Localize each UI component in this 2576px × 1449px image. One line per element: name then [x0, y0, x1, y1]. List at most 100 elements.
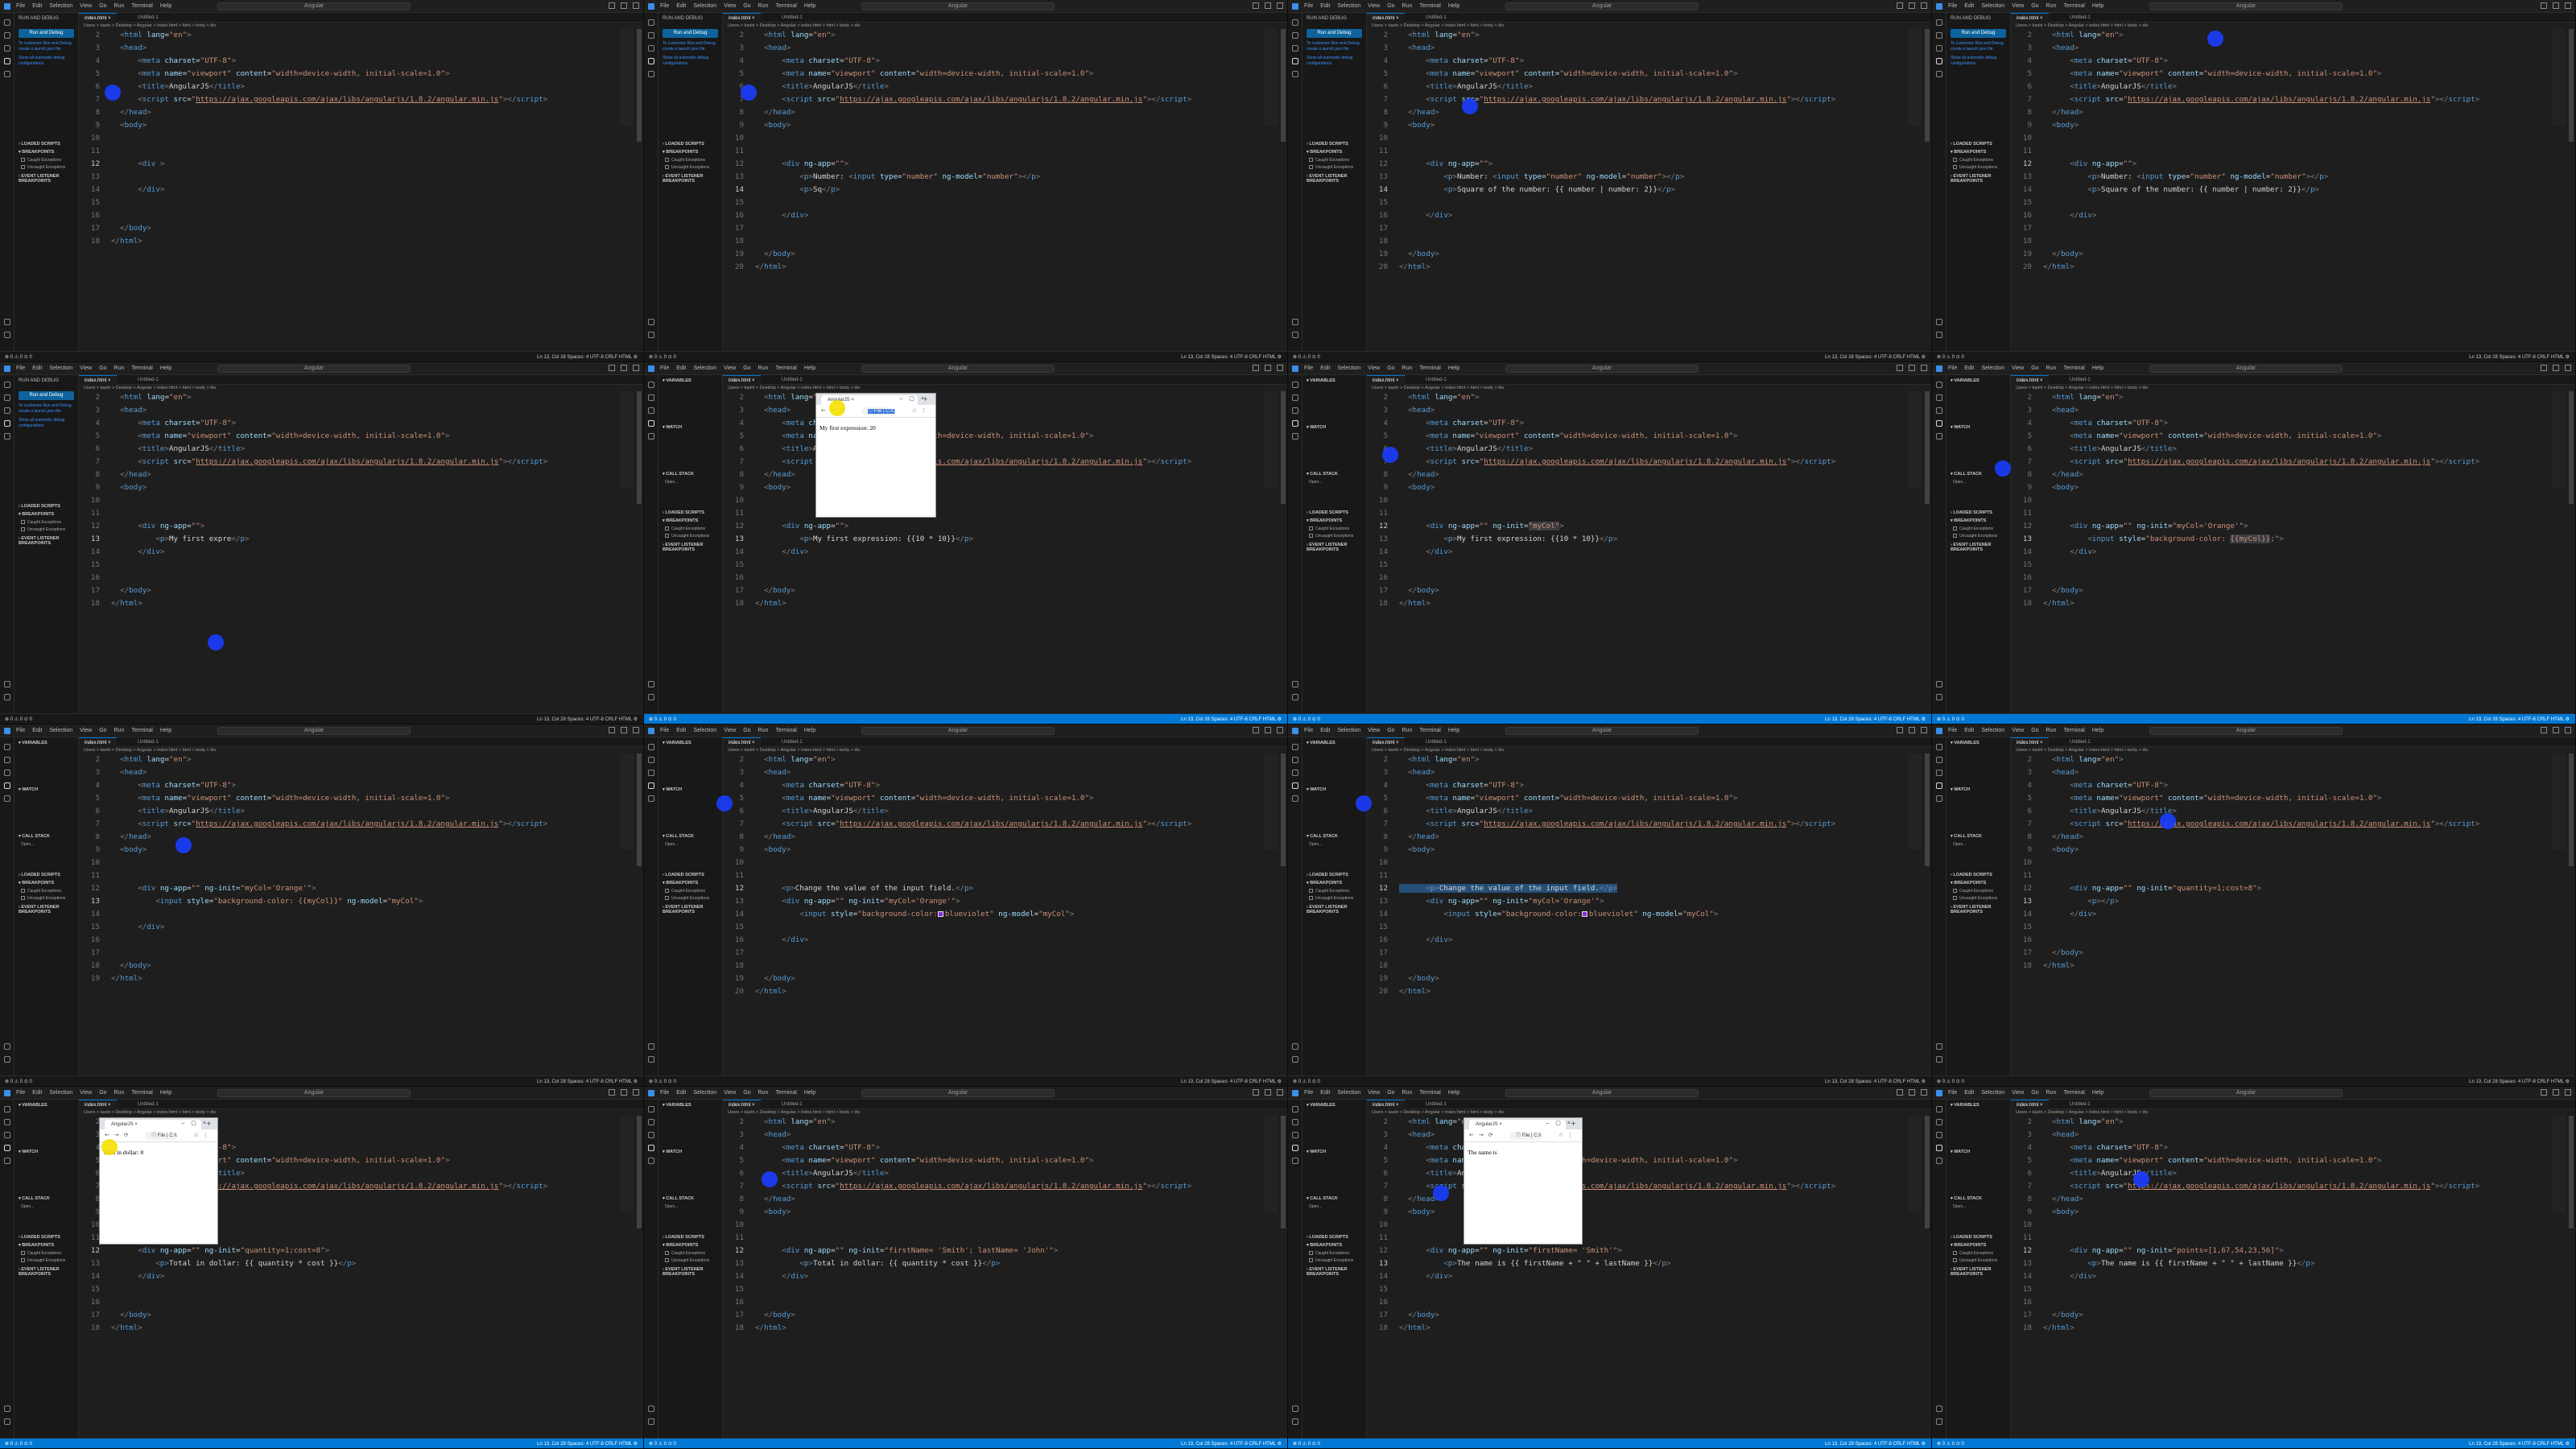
code-line[interactable]: 13 <input style="background-color: {{myC…	[79, 895, 634, 908]
code-line[interactable]: 5 <meta name="viewport" content="width=d…	[1367, 792, 1922, 805]
code-line[interactable]: 6 <title>AngularJS</title>	[1367, 443, 1922, 456]
code-editor[interactable]: 2 <html lang="en">3 <head>4 <meta charse…	[79, 753, 634, 1071]
editor-scrollbar[interactable]	[1281, 391, 1286, 504]
code-line[interactable]: 6 <title>AngularJS</title>	[2011, 80, 2566, 93]
code-line[interactable]: 15	[723, 559, 1278, 572]
show-configurations-link[interactable]: Show all automatic debug configurations.	[658, 56, 722, 67]
source-control-icon[interactable]	[648, 1132, 654, 1138]
browser-window-controls[interactable]: –▢×	[899, 395, 931, 402]
code-line[interactable]: 20 </html>	[1367, 261, 1922, 274]
minimize-icon[interactable]	[609, 2, 615, 9]
code-line[interactable]: 11	[79, 507, 634, 520]
status-problems[interactable]: ⊗ 0 ⚠ 0 ⊙ 0	[1293, 1441, 1320, 1447]
editor-scrollbar[interactable]	[637, 29, 642, 142]
code-line[interactable]: 5 <meta name="viewport" content="width=d…	[723, 430, 1278, 443]
code-line[interactable]: 2 <html lang="en">	[723, 1116, 1278, 1129]
code-line[interactable]: 5 <meta name="viewport" content="width=d…	[2011, 792, 2566, 805]
extensions-icon[interactable]	[648, 1158, 654, 1164]
code-line[interactable]: 18 </html>	[723, 597, 1278, 610]
status-problems[interactable]: ⊗ 0 ⚠ 0 ⊙ 0	[5, 1079, 32, 1084]
show-configurations-link[interactable]: Show all automatic debug configurations.	[14, 56, 78, 67]
status-editor-info[interactable]: Ln 13, Col 28 Spaces: 4 UTF-8 CRLF HTML …	[1181, 716, 1282, 722]
menu-item-view[interactable]: View	[2012, 728, 2024, 733]
code-line[interactable]: 17	[1367, 222, 1922, 235]
code-editor[interactable]: 2 <html lang="en">3 <head>4 <meta charse…	[1367, 29, 1922, 346]
menu-item-run[interactable]: Run	[2046, 728, 2057, 733]
code-line[interactable]: 10	[2011, 857, 2566, 869]
menu-item-terminal[interactable]: Terminal	[1419, 365, 1440, 371]
menu-item-terminal[interactable]: Terminal	[775, 728, 796, 733]
checkbox-icon[interactable]	[665, 889, 669, 893]
minimize-icon[interactable]	[1897, 2, 1903, 9]
menu-item-run[interactable]: Run	[2046, 365, 2057, 371]
checkbox-icon[interactable]	[21, 889, 25, 893]
code-line[interactable]: 6 <title>AngularJS</title>	[2011, 805, 2566, 818]
browser-toolbar-icons[interactable]: ☆⋮	[194, 1132, 213, 1138]
status-problems[interactable]: ⊗ 0 ⚠ 0 ⊙ 0	[649, 1079, 676, 1084]
checkbox-icon[interactable]	[1953, 165, 1957, 169]
event-listener-section[interactable]: › EVENT LISTENER BREAKPOINTS	[1302, 543, 1367, 552]
run-debug-icon[interactable]	[1936, 420, 1942, 427]
code-line[interactable]: 7 <script src="https://ajax.googleapis.c…	[1367, 456, 1922, 469]
menu-item-go[interactable]: Go	[743, 365, 750, 371]
code-line[interactable]: 3 <head>	[79, 404, 634, 417]
code-line[interactable]: 2 <html lang="en">	[1367, 391, 1922, 404]
menu-item-help[interactable]: Help	[160, 728, 171, 733]
code-line[interactable]: 14 </div>	[723, 546, 1278, 559]
breakpoint-option[interactable]: Caught Exceptions	[1946, 1251, 2011, 1256]
call-stack-item[interactable]: Open...	[1946, 842, 2011, 847]
code-line[interactable]: 6 <title>AngularJS</title>	[2011, 443, 2566, 456]
code-line[interactable]: 8 </head>	[1367, 106, 1922, 119]
checkbox-icon[interactable]	[1309, 1251, 1313, 1255]
code-line[interactable]: 12 <div ng-app="" ng-init="myCol">	[1367, 520, 1922, 533]
menu-item-run[interactable]: Run	[1402, 365, 1413, 371]
menu-item-run[interactable]: Run	[114, 3, 125, 9]
variables-section[interactable]: ▾ VARIABLES	[1946, 378, 2011, 383]
code-line[interactable]: 17 </body>	[1367, 584, 1922, 597]
variables-section[interactable]: ▾ VARIABLES	[14, 741, 79, 745]
accounts-icon[interactable]	[648, 681, 654, 687]
watch-section[interactable]: ▾ WATCH	[1946, 425, 2011, 430]
explorer-icon[interactable]	[648, 19, 654, 26]
code-line[interactable]: 8 </head>	[79, 831, 634, 844]
code-editor[interactable]: 2 <html lang="en">3 <head>4 <meta charse…	[79, 391, 634, 708]
code-line[interactable]: 3 <head>	[1367, 1129, 1922, 1141]
breakpoint-option[interactable]: Uncaught Exceptions	[14, 527, 79, 532]
code-line[interactable]: 20 </html>	[723, 985, 1278, 998]
maximize-icon[interactable]	[1265, 365, 1271, 371]
code-line[interactable]: 13	[79, 171, 634, 184]
code-line[interactable]: 14 </div>	[2011, 1270, 2566, 1283]
tab-index-html[interactable]: index.html ×	[2011, 1100, 2049, 1109]
breadcrumb[interactable]: Users > kashi > Desktop > Angular > inde…	[728, 386, 860, 390]
close-icon[interactable]	[2565, 365, 2571, 371]
menu-item-terminal[interactable]: Terminal	[2063, 728, 2084, 733]
watch-section[interactable]: ▾ WATCH	[1302, 787, 1367, 792]
editor-scrollbar[interactable]	[1925, 753, 1930, 866]
code-line[interactable]: 5 <meta name="viewport" content="width=d…	[723, 68, 1278, 80]
maximize-icon[interactable]	[1265, 1089, 1271, 1096]
event-listener-section[interactable]: › EVENT LISTENER BREAKPOINTS	[658, 174, 723, 184]
breakpoint-option[interactable]: Uncaught Exceptions	[658, 534, 723, 539]
code-line[interactable]: 4 <meta charset="UTF-8">	[79, 55, 634, 68]
menu-item-edit[interactable]: Edit	[32, 1090, 42, 1096]
search-icon[interactable]	[4, 32, 10, 39]
code-line[interactable]: 13 <p>Total in dollar: {{ quantity * cos…	[723, 1257, 1278, 1270]
status-problems[interactable]: ⊗ 0 ⚠ 0 ⊙ 0	[1937, 1441, 1964, 1447]
menu-item-view[interactable]: View	[80, 728, 92, 733]
checkbox-icon[interactable]	[1309, 534, 1313, 538]
command-center-search[interactable]: Angular	[1505, 1089, 1699, 1097]
close-icon[interactable]	[2565, 727, 2571, 733]
menu-item-help[interactable]: Help	[160, 365, 171, 371]
menu-item-file[interactable]: File	[1304, 3, 1313, 9]
code-editor[interactable]: 2 <html lang="en">3 <head>4 <meta charse…	[723, 1116, 1278, 1433]
status-problems[interactable]: ⊗ 0 ⚠ 0 ⊙ 0	[1293, 716, 1320, 722]
menu-item-view[interactable]: View	[80, 1090, 92, 1096]
status-problems[interactable]: ⊗ 0 ⚠ 0 ⊙ 0	[649, 1441, 676, 1447]
command-center-search[interactable]: Angular	[861, 727, 1055, 735]
call-stack-section[interactable]: ▾ CALL STACK	[1302, 834, 1367, 839]
breakpoint-option[interactable]: Uncaught Exceptions	[14, 1258, 79, 1263]
menu-item-file[interactable]: File	[660, 1090, 669, 1096]
code-editor[interactable]: 2 <html lang="en">3 <head>4 <meta charse…	[2011, 753, 2566, 1071]
breadcrumb[interactable]: Users > kashi > Desktop > Angular > inde…	[728, 1110, 860, 1115]
code-line[interactable]: 8 </head>	[79, 106, 634, 119]
